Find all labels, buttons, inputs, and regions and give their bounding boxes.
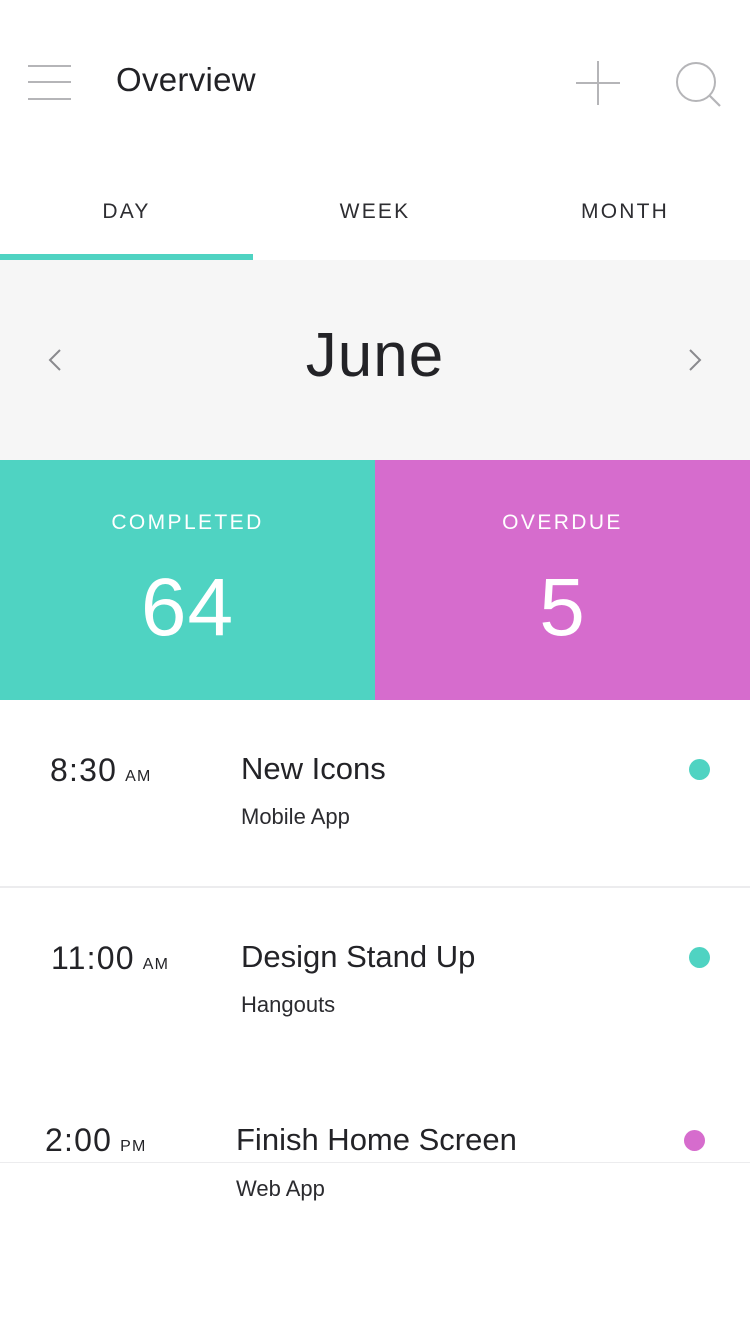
menu-line: [28, 81, 71, 83]
plus-icon[interactable]: [574, 59, 622, 107]
overdue-stat-card[interactable]: OVERDUE 5: [375, 460, 750, 700]
status-dot: [689, 947, 710, 968]
event-time-value: 11:00: [51, 940, 135, 976]
completed-count: 64: [140, 562, 235, 653]
month-switcher: June: [0, 260, 750, 460]
event-time-period: PM: [120, 1138, 147, 1155]
event-subtitle: Hangouts: [241, 992, 336, 1017]
menu-icon[interactable]: [28, 64, 72, 102]
event-time: 2:00 PM: [45, 1120, 147, 1167]
page-title: Overview: [116, 61, 256, 98]
tab-week[interactable]: WEEK: [250, 170, 500, 260]
event-time-period: AM: [125, 768, 152, 785]
top-bar: Overview: [0, 0, 750, 160]
menu-line: [28, 98, 71, 100]
menu-line: [28, 65, 71, 67]
event-time: 11:00 AM: [51, 938, 169, 985]
overdue-count: 5: [539, 562, 586, 653]
event-subtitle: Web App: [236, 1176, 325, 1201]
event-item[interactable]: 2:00 PM Finish Home Screen Web App: [0, 1071, 750, 1261]
app-screen: Overview DAY WEEK MONTH June COMPLETED 6…: [0, 0, 750, 1334]
event-time-value: 8:30: [50, 752, 118, 788]
status-dot: [689, 759, 710, 780]
event-title: Finish Home Screen: [236, 1122, 517, 1157]
event-item[interactable]: 8:30 AM New Icons Mobile App: [0, 700, 750, 890]
tab-day[interactable]: DAY: [0, 170, 253, 260]
divider: [0, 1162, 750, 1163]
month-label: June: [305, 321, 445, 390]
event-item[interactable]: 11:00 AM Design Stand Up Hangouts: [0, 888, 750, 1078]
event-title: Design Stand Up: [241, 939, 476, 974]
overdue-label: OVERDUE: [502, 511, 623, 534]
event-subtitle: Mobile App: [241, 804, 350, 829]
chevron-right-icon[interactable]: [680, 340, 710, 380]
search-icon[interactable]: [674, 60, 724, 110]
event-time-period: AM: [142, 956, 170, 973]
completed-stat-card[interactable]: COMPLETED 64: [0, 460, 375, 700]
event-time-value: 2:00: [45, 1122, 113, 1158]
event-title: New Icons: [241, 751, 386, 786]
period-tabs: DAY WEEK MONTH: [0, 170, 750, 260]
tab-month[interactable]: MONTH: [500, 170, 750, 260]
completed-label: COMPLETED: [111, 511, 264, 534]
event-time: 8:30 AM: [50, 750, 152, 797]
status-dot: [684, 1130, 705, 1151]
